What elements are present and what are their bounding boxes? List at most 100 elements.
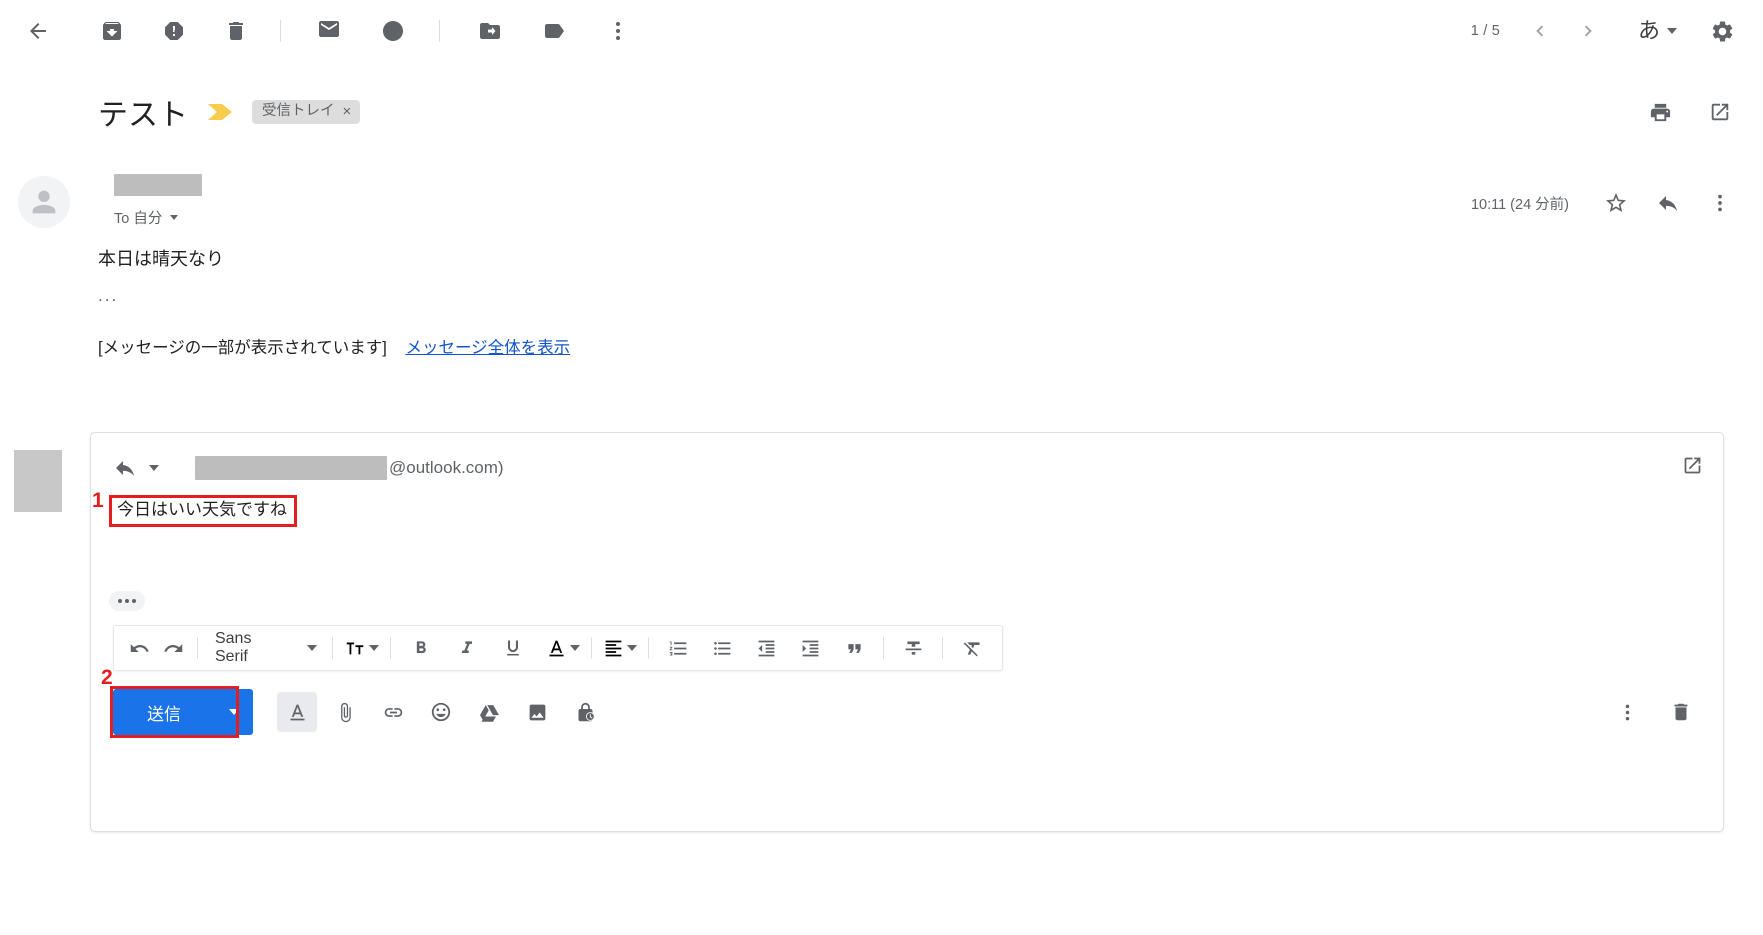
text-size-select[interactable] (340, 631, 383, 665)
trash-icon (1670, 701, 1692, 723)
report-spam-button[interactable] (150, 7, 198, 55)
bold-button[interactable] (404, 631, 438, 665)
compose-more-options-button[interactable] (1607, 692, 1647, 732)
numbered-list-button[interactable] (661, 631, 695, 665)
outdent-button[interactable] (749, 631, 783, 665)
body-ellipsis: ... (98, 287, 1763, 304)
strikethrough-button[interactable] (896, 631, 930, 665)
move-to-button[interactable] (466, 7, 514, 55)
mark-unread-icon (317, 19, 341, 43)
link-icon (383, 702, 404, 723)
top-toolbar: 1 / 5 あ (0, 0, 1763, 62)
label-chip-inbox[interactable]: 受信トレイ × (252, 100, 360, 124)
important-marker-icon[interactable] (206, 102, 236, 122)
archive-icon (100, 19, 124, 43)
dot-icon (125, 599, 129, 603)
font-family-select[interactable]: Sans Serif (205, 631, 325, 665)
trash-icon (224, 19, 248, 43)
send-button[interactable]: 送信 (113, 689, 215, 735)
back-button[interactable] (14, 7, 62, 55)
previous-message-button[interactable] (1518, 9, 1562, 53)
align-left-icon (603, 638, 624, 659)
undo-icon (129, 638, 150, 659)
text-color-select[interactable] (542, 631, 584, 665)
undo-button[interactable] (122, 631, 156, 665)
bulleted-list-icon (712, 638, 733, 659)
insert-emoji-button[interactable] (421, 692, 461, 732)
back-arrow-icon (26, 19, 50, 43)
formatting-options-button[interactable] (277, 692, 317, 732)
lock-clock-icon (575, 702, 596, 723)
view-entire-message-link[interactable]: メッセージ全体を表示 (405, 339, 570, 357)
format-divider-1 (197, 637, 198, 659)
quote-button[interactable] (837, 631, 871, 665)
message-timestamp: 10:11 (24 分前) (1471, 193, 1569, 214)
underline-icon (503, 638, 523, 658)
page-title: テスト (98, 90, 188, 134)
format-divider-3 (390, 637, 391, 659)
recipient-expander[interactable]: To 自分 (114, 207, 202, 228)
confidential-mode-button[interactable] (565, 692, 605, 732)
labels-button[interactable] (530, 7, 578, 55)
sender-block: To 自分 (114, 172, 202, 228)
mark-as-unread-button[interactable] (305, 7, 353, 55)
reply-button[interactable] (1647, 182, 1689, 224)
chevron-down-icon (149, 465, 159, 471)
reply-type-selector[interactable] (113, 456, 159, 480)
reply-arrow-icon (1656, 191, 1680, 215)
align-select[interactable] (599, 631, 641, 665)
reply-draft-text[interactable]: 今日はいい天気ですね (109, 495, 297, 527)
report-spam-icon (162, 19, 186, 43)
bulleted-list-button[interactable] (705, 631, 739, 665)
message-body: 本日は晴天なり ... [メッセージの一部が表示されています] メッセージ全体を… (0, 228, 1763, 358)
message-body-text: 本日は晴天なり (98, 246, 1763, 273)
outdent-icon (756, 638, 777, 659)
input-method-selector[interactable]: あ (1636, 16, 1679, 46)
message-more-button[interactable] (1699, 182, 1741, 224)
chevron-left-icon (1529, 20, 1551, 42)
person-icon (27, 185, 61, 219)
insert-link-button[interactable] (373, 692, 413, 732)
close-icon[interactable]: × (343, 104, 352, 119)
send-button-group: 2 送信 (113, 689, 253, 735)
delete-button[interactable] (212, 7, 260, 55)
dot-icon (118, 599, 122, 603)
insert-drive-file-button[interactable] (469, 692, 509, 732)
avatar[interactable] (18, 176, 70, 228)
settings-button[interactable] (1699, 8, 1745, 54)
show-trimmed-content-button[interactable] (109, 591, 145, 611)
insert-photo-button[interactable] (517, 692, 557, 732)
more-vertical-icon (606, 19, 630, 43)
recipient-redacted (195, 456, 387, 480)
underline-button[interactable] (496, 631, 530, 665)
star-button[interactable] (1595, 182, 1637, 224)
toolbar-divider-2 (439, 20, 440, 42)
ime-label: あ (1638, 20, 1660, 42)
attach-file-button[interactable] (325, 692, 365, 732)
chevron-down-icon (229, 709, 239, 715)
archive-button[interactable] (88, 7, 136, 55)
compose-action-row: 2 送信 (91, 689, 1723, 735)
compose-gutter-placeholder (14, 450, 62, 512)
message-actions: 10:11 (24 分前) (1471, 172, 1741, 228)
send-options-button[interactable] (215, 689, 253, 735)
open-in-new-window-button[interactable] (1699, 91, 1741, 133)
annotation-marker-1: 1 (92, 490, 104, 511)
compose-popout-button[interactable] (1682, 455, 1703, 481)
indent-button[interactable] (793, 631, 827, 665)
to-label: To 自分 (114, 207, 162, 228)
more-options-button[interactable] (594, 7, 642, 55)
message-block: To 自分 10:11 (24 分前) 本日は晴天なり ... (0, 172, 1763, 358)
next-message-button[interactable] (1566, 9, 1610, 53)
reply-text-area[interactable]: 1 今日はいい天気ですね (91, 481, 1723, 631)
snooze-button[interactable] (369, 7, 417, 55)
redo-button[interactable] (156, 631, 190, 665)
label-chip-text: 受信トレイ (262, 104, 335, 119)
remove-formatting-button[interactable] (955, 631, 989, 665)
recipient-field[interactable]: @outlook.com) (195, 456, 504, 480)
pagination-count: 1 / 5 (1471, 23, 1500, 39)
compose-tools (277, 692, 605, 732)
discard-draft-button[interactable] (1661, 692, 1701, 732)
print-button[interactable] (1639, 91, 1681, 133)
italic-button[interactable] (450, 631, 484, 665)
